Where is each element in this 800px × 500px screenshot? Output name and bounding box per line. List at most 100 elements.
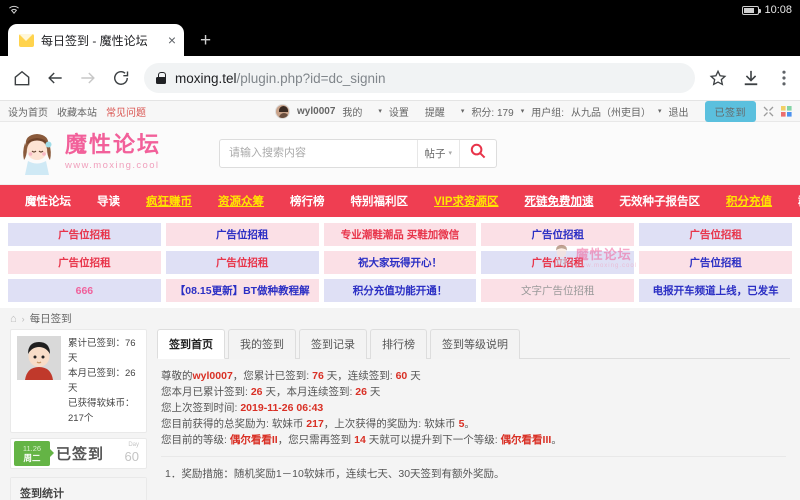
forward-arrow-icon [78, 68, 98, 88]
ad-slot[interactable]: 666 [8, 279, 161, 302]
nav-item-8[interactable]: 无效种子报告区 [607, 193, 714, 209]
notice-link[interactable]: 提醒 [425, 104, 445, 119]
sign-in-status: 已签到 [56, 446, 105, 463]
nav-item-7[interactable]: 死链免费加速 [512, 193, 607, 209]
user-avatar[interactable] [17, 336, 61, 380]
girl-mascot-icon [16, 130, 60, 176]
sidebar: 累计已签到：76天 本月已签到：26天 已获得软妹币：217个 11.26 周二… [10, 329, 147, 500]
ad-slot[interactable]: 广告位招租 [165, 251, 319, 274]
search-scope-select[interactable]: 帖子 ▾ [416, 139, 460, 167]
collapse-icon[interactable] [763, 106, 774, 117]
address-bar-url: moxing.tel/plugin.php?id=dc_signin [175, 70, 386, 86]
usergroup-value: 从九品（州吏目） [570, 107, 651, 119]
date-badge: 11.26 周二 [14, 441, 54, 466]
info-line: 您目前获得的总奖励为: 软妹币 217，上次获得的奖励为: 软妹币 5。 [161, 418, 475, 430]
browser-toolbar: moxing.tel/plugin.php?id=dc_signin [0, 56, 800, 101]
ad-grid: 广告位招租 广告位招租 专业潮鞋潮品 买鞋加微信 广告位招租 广告位招租 广告位… [0, 217, 800, 308]
nav-item-2[interactable]: 疯狂赚币 [133, 193, 205, 209]
android-status-bar: 10:08 [0, 0, 800, 20]
content-tabs: 签到首页 我的签到 签到记录 排行榜 签到等级说明 [157, 329, 790, 359]
wifi-icon [8, 4, 20, 17]
chevron-down-icon: ▾ [460, 108, 465, 115]
ad-slot[interactable]: 广告位招租 [481, 223, 635, 246]
stat-coins: 已获得软妹币：217个 [68, 398, 135, 424]
search-button[interactable] [459, 139, 496, 167]
tab-sign-home[interactable]: 签到首页 [157, 329, 225, 359]
breadcrumb: ⌂ › 每日签到 [0, 308, 800, 329]
browser-tab-title: 每日签到 - 魔性论坛 [41, 33, 148, 48]
breadcrumb-current: 每日签到 [29, 313, 72, 325]
sign-statistics-box: 签到统计 今日已签到 6966 人 [10, 477, 147, 500]
home-icon[interactable] [12, 68, 32, 88]
info-line: 您目前的等级: 偶尔看看II，您只需再签到 14 天就可以提升到下一个等级: 偶… [161, 434, 562, 446]
nav-item-10[interactable]: 群组 [785, 193, 800, 209]
battery-icon [742, 5, 762, 15]
close-icon[interactable]: × [168, 33, 176, 47]
ad-slot[interactable]: 祝大家玩得开心！ [323, 251, 477, 274]
site-header: 魔性论坛 www.moxing.cool 帖子▾ [0, 122, 800, 185]
breadcrumb-separator: › [21, 313, 25, 324]
ad-slot[interactable]: 广告位招租 [165, 223, 319, 246]
bookmark-site-link[interactable]: 收藏本站 [57, 104, 97, 119]
apps-grid-icon[interactable] [781, 105, 792, 117]
user-summary-box: 累计已签到：76天 本月已签到：26天 已获得软妹币：217个 [10, 329, 147, 433]
ad-slot[interactable]: 专业潮鞋潮品 买鞋加微信 [323, 223, 477, 246]
nav-item-4[interactable]: 榜行榜 [277, 193, 338, 209]
ad-slot[interactable]: 文字广告位招租 [481, 279, 635, 302]
download-icon[interactable] [741, 68, 761, 88]
days-value: 60 [124, 448, 139, 464]
sign-in-widget[interactable]: 11.26 周二 已签到 Day 60 [10, 438, 147, 469]
lock-icon [156, 72, 166, 84]
three-dot-menu-icon[interactable] [774, 68, 788, 88]
settings-link[interactable]: 设置 [389, 104, 409, 119]
my-menu-link[interactable]: 我的 [342, 104, 362, 119]
chevron-down-icon: ▾ [448, 150, 453, 157]
sign-statistics-title: 签到统计 [11, 478, 146, 500]
chevron-down-icon: ▾ [378, 108, 382, 115]
nav-item-0[interactable]: 魔性论坛 [12, 193, 84, 209]
ad-slot[interactable]: 广告位招租 [639, 251, 792, 274]
address-bar[interactable]: moxing.tel/plugin.php?id=dc_signin [144, 63, 695, 93]
nav-item-3[interactable]: 资源众筹 [205, 193, 277, 209]
username-label: wyl0007 [297, 105, 336, 117]
site-logo[interactable]: 魔性论坛 www.moxing.cool [16, 130, 161, 176]
stat-total: 累计已签到：76天 [68, 338, 136, 364]
nav-item-6[interactable]: VIP求资源区 [421, 193, 512, 209]
nav-item-9[interactable]: 积分充值 [713, 193, 785, 209]
ad-slot[interactable]: 广告位招租 [639, 223, 792, 246]
info-line: 您上次签到时间: 2019-11-26 06:43 [161, 402, 324, 414]
site-logo-text: 魔性论坛 [65, 133, 162, 159]
content-panel: 签到首页 我的签到 签到记录 排行榜 签到等级说明 尊敬的wyl0007，您累计… [157, 329, 790, 500]
tab-level-help[interactable]: 签到等级说明 [430, 329, 520, 359]
info-line: 您本月已累计签到: 26 天，本月连续签到: 26 天 [161, 386, 381, 398]
home-icon[interactable]: ⌂ [10, 313, 17, 325]
logout-link[interactable]: 退出 [669, 104, 689, 119]
browser-tab[interactable]: 每日签到 - 魔性论坛 × [8, 24, 184, 56]
credits-label[interactable]: 积分: 179 [471, 104, 513, 119]
tab-my-sign[interactable]: 我的签到 [228, 329, 296, 359]
web-page: 设为首页 收藏本站 常见问题 wyl0007 我的 ▾ 设置 提醒 ▾ 积分: 17… [0, 101, 800, 500]
ad-slot[interactable]: 【08.15更新】BT做种教程解 [165, 279, 319, 302]
site-logo-subtext: www.moxing.cool [65, 160, 160, 172]
set-homepage-link[interactable]: 设为首页 [8, 104, 48, 119]
ad-slot[interactable]: 广告位招租 [8, 223, 161, 246]
ad-slot[interactable]: 电报开车频道上线，已发车 [639, 279, 792, 302]
avatar[interactable] [275, 103, 291, 119]
reload-icon[interactable] [111, 68, 131, 88]
ad-slot[interactable]: 广告位招租 [481, 251, 635, 274]
site-utility-bar: 设为首页 收藏本站 常见问题 wyl0007 我的 ▾ 设置 提醒 ▾ 积分: 17… [0, 101, 800, 122]
ad-slot[interactable]: 广告位招租 [8, 251, 161, 274]
signed-in-button[interactable]: 已签到 [704, 101, 756, 122]
ad-slot[interactable]: 积分充值功能开通！ [323, 279, 477, 302]
tab-ranking[interactable]: 排行榜 [370, 329, 427, 359]
search-input[interactable] [220, 139, 417, 167]
new-tab-button[interactable]: + [200, 31, 211, 50]
nav-item-5[interactable]: 特别福利区 [338, 193, 422, 209]
badge-date: 11.26 [22, 444, 42, 453]
tab-sign-log[interactable]: 签到记录 [299, 329, 367, 359]
back-arrow-icon[interactable] [45, 68, 65, 88]
star-icon[interactable] [708, 68, 728, 88]
faq-link[interactable]: 常见问题 [106, 104, 146, 119]
search-box[interactable]: 帖子▾ [219, 138, 498, 168]
nav-item-1[interactable]: 导读 [84, 193, 133, 209]
